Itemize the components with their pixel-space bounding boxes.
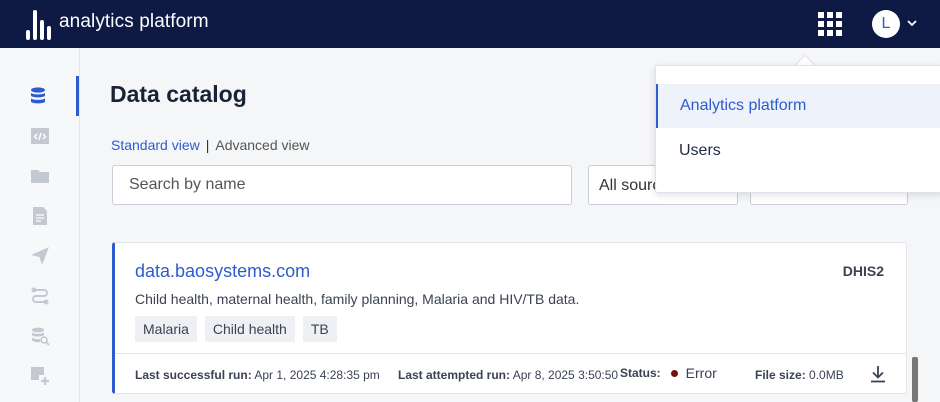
database-icon [31, 87, 45, 104]
sidebar-item-data-catalog[interactable] [0, 76, 79, 116]
avatar[interactable]: L [872, 10, 900, 38]
tag[interactable]: TB [302, 316, 337, 342]
status-badge: Error [685, 365, 717, 381]
tag-list: Malaria Child health TB [135, 316, 337, 342]
scrollbar-thumb[interactable] [912, 357, 918, 402]
menu-item-users[interactable]: Users [656, 129, 940, 173]
code-window-icon [30, 128, 49, 144]
sidebar [0, 48, 80, 402]
database-search-icon [31, 327, 50, 346]
workflow-icon [31, 287, 48, 305]
file-size: File size: 0.0MB [755, 368, 844, 382]
standard-view-link[interactable]: Standard view [111, 137, 200, 153]
last-attempted-run-value: Apr 8, 2025 3:50:50 [512, 368, 619, 382]
tag[interactable]: Malaria [135, 316, 197, 342]
logo-icon[interactable] [26, 6, 52, 40]
status-dot-icon [670, 369, 678, 377]
page-title: Data catalog [110, 81, 247, 107]
last-attempted-run: Last attempted run: Apr 8, 2025 3:50:50 [398, 368, 618, 382]
sidebar-item-workflow[interactable] [0, 276, 79, 316]
status: Status: Error [620, 365, 717, 381]
file-size-value: 0.0MB [809, 368, 844, 382]
last-attempted-run-label: Last attempted run: [398, 368, 511, 382]
view-toggle: Standard view | Advanced view [111, 137, 310, 153]
sidebar-item-folder[interactable] [0, 156, 79, 196]
advanced-view-link[interactable]: Advanced view [215, 137, 309, 153]
view-separator: | [205, 137, 210, 153]
status-label: Status: [620, 366, 661, 380]
sidebar-item-send[interactable] [0, 236, 79, 276]
sidebar-item-data-search[interactable] [0, 316, 79, 356]
download-icon[interactable] [868, 364, 888, 384]
brand-name[interactable]: analytics platform [59, 11, 209, 33]
card-type-badge: DHIS2 [842, 263, 884, 279]
folder-icon [30, 170, 49, 183]
add-item-icon [30, 367, 49, 385]
last-successful-run: Last successful run: Apr 1, 2025 4:28:35… [135, 368, 380, 382]
document-icon [32, 207, 47, 225]
sidebar-item-code[interactable] [0, 116, 79, 156]
last-successful-run-value: Apr 1, 2025 4:28:35 pm [254, 368, 380, 382]
catalog-card: data.baosystems.com DHIS2 Child health, … [112, 242, 907, 394]
card-description: Child health, maternal health, family pl… [135, 291, 580, 307]
top-bar: analytics platform L [0, 0, 940, 48]
last-successful-run-label: Last successful run: [135, 368, 252, 382]
card-footer: Last successful run: Apr 1, 2025 4:28:35… [115, 353, 907, 393]
app-switcher-menu: Analytics platform Users [655, 65, 940, 193]
sidebar-item-add[interactable] [0, 356, 79, 396]
send-icon [30, 247, 49, 265]
chevron-down-icon[interactable] [906, 17, 918, 29]
grid-icon[interactable] [818, 12, 842, 36]
sidebar-item-document[interactable] [0, 196, 79, 236]
card-title-link[interactable]: data.baosystems.com [135, 261, 310, 282]
file-size-label: File size: [755, 368, 806, 382]
menu-item-analytics-platform[interactable]: Analytics platform [656, 84, 940, 128]
tag[interactable]: Child health [204, 316, 295, 342]
search-input[interactable] [112, 165, 572, 205]
